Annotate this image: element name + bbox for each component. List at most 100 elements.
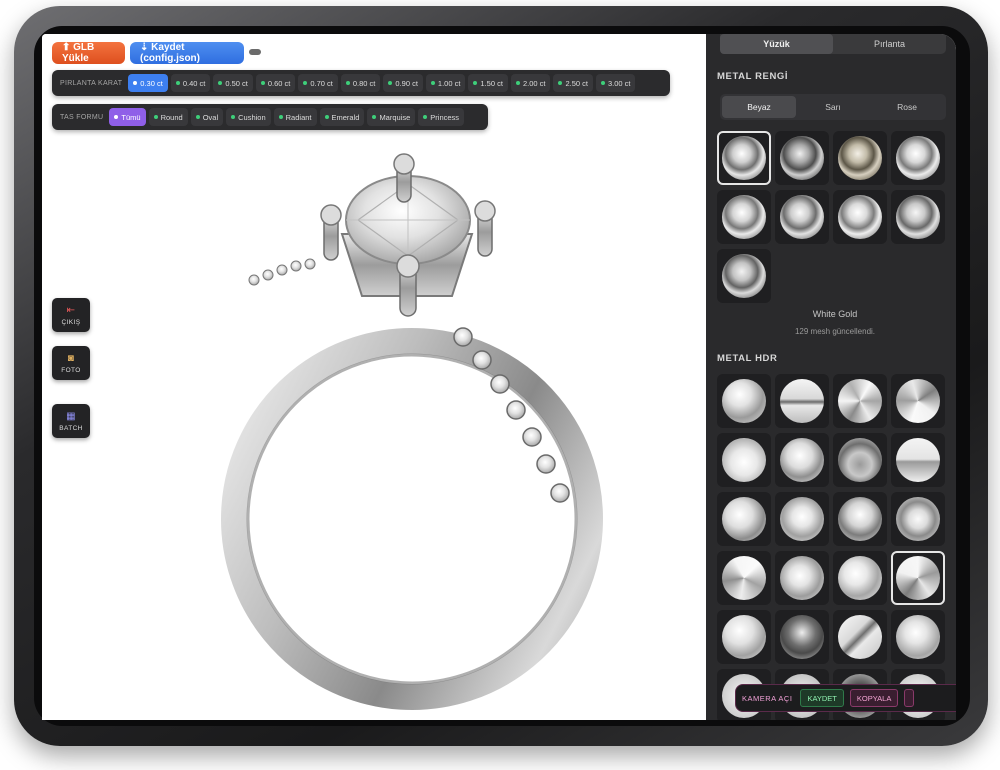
exit-icon: ⇤ — [66, 304, 76, 316]
hdr-sphere-icon — [780, 556, 824, 600]
hdr-sphere-icon — [838, 615, 882, 659]
metal-color-title: METAL RENGİ — [717, 71, 789, 82]
camera-angle-label: KAMERA AÇI — [742, 693, 793, 703]
hdr-swatch[interactable] — [891, 492, 945, 546]
metal-color-white[interactable]: Beyaz — [722, 96, 796, 118]
carat-option[interactable]: 0.80 ct — [340, 74, 381, 92]
shape-option[interactable]: Round — [148, 108, 188, 126]
status-dot-icon — [303, 81, 308, 85]
metal-sphere-icon — [838, 195, 882, 239]
carat-option[interactable]: 3.00 ct — [595, 74, 636, 92]
hdr-swatch[interactable] — [717, 374, 771, 428]
camera-copy-button[interactable]: KOPYALA — [849, 689, 899, 707]
metal-swatch[interactable] — [891, 190, 945, 244]
metal-color-yellow[interactable]: Sarı — [796, 96, 870, 118]
hdr-swatch[interactable] — [891, 610, 945, 664]
chip-label: Radiant — [285, 112, 312, 122]
shape-option[interactable]: Cushion — [226, 108, 271, 126]
hdr-swatch[interactable] — [833, 492, 887, 546]
save-config-button[interactable]: ⇣ Kaydet (config.json) — [130, 42, 244, 64]
hdr-swatch[interactable] — [891, 374, 945, 428]
shape-options: Tümü Round Oval Cushion Radiant Emerald Marqui… — [109, 108, 467, 126]
shape-option[interactable]: Marquise — [367, 108, 416, 126]
glb-upload-button[interactable]: ⬆ GLB Yükle — [52, 42, 125, 64]
app-screen: ⬆ GLB Yükle ⇣ Kaydet (config.json) PIRLA… — [42, 34, 956, 720]
metal-swatch[interactable] — [775, 190, 829, 244]
carat-option[interactable]: 1.00 ct — [425, 74, 466, 92]
chip-label: 0.80 ct — [352, 78, 376, 88]
tab-ring[interactable]: Yüzük — [720, 34, 833, 54]
hdr-swatch[interactable] — [833, 551, 887, 605]
status-dot-icon — [231, 115, 236, 119]
hdr-swatch[interactable] — [833, 433, 887, 487]
shape-option[interactable]: Princess — [418, 108, 465, 126]
camera-more-button[interactable] — [904, 689, 915, 707]
carat-option[interactable]: 0.30 ct — [128, 74, 168, 92]
status-dot-icon — [372, 115, 377, 119]
metal-sphere-icon — [896, 136, 940, 180]
hdr-swatch[interactable] — [775, 374, 829, 428]
shape-option[interactable]: Radiant — [273, 108, 317, 126]
chip-label: 2.50 ct — [565, 78, 588, 88]
tab-diamond[interactable]: Pırlanta — [833, 34, 946, 54]
metal-swatch[interactable] — [833, 131, 887, 185]
camera-save-button[interactable]: KAYDET — [800, 689, 844, 707]
metal-sphere-icon — [722, 254, 766, 298]
hdr-sphere-icon — [838, 379, 882, 423]
hdr-swatch[interactable] — [891, 433, 945, 487]
metal-swatch[interactable] — [775, 131, 829, 185]
hdr-sphere-icon — [780, 379, 824, 423]
hdr-swatch[interactable] — [833, 374, 887, 428]
chip-label: 3.00 ct — [607, 78, 631, 88]
hdr-swatch[interactable] — [775, 433, 829, 487]
hdr-swatch[interactable] — [891, 551, 945, 605]
exit-button[interactable]: ⇤ ÇIKIŞ — [52, 298, 90, 332]
hdr-swatch[interactable] — [717, 433, 771, 487]
shape-label: TAS FORMU — [60, 113, 104, 121]
shape-option[interactable]: Emerald — [319, 108, 365, 126]
metal-swatch[interactable] — [891, 131, 945, 185]
hdr-swatch[interactable] — [717, 492, 771, 546]
hdr-swatch[interactable] — [717, 610, 771, 664]
hdr-swatch[interactable] — [775, 551, 829, 605]
chip-label: 2.00 ct — [522, 78, 546, 88]
metal-swatch[interactable] — [717, 190, 771, 244]
metal-swatch[interactable] — [717, 131, 771, 185]
carat-option[interactable]: 0.60 ct — [255, 74, 296, 92]
3d-viewer[interactable]: ⬆ GLB Yükle ⇣ Kaydet (config.json) PIRLA… — [42, 34, 706, 720]
carat-option[interactable]: 0.40 ct — [170, 74, 211, 92]
metal-color-rose[interactable]: Rose — [870, 96, 944, 118]
hdr-swatch[interactable] — [775, 610, 829, 664]
carat-option[interactable]: 1.50 ct — [468, 74, 508, 92]
mesh-status: 129 mesh güncellendi. — [794, 327, 876, 336]
hdr-sphere-icon — [896, 556, 940, 600]
collapse-toggle[interactable] — [249, 49, 261, 55]
metal-sphere-icon — [838, 136, 882, 180]
hdr-swatch-grid — [717, 374, 945, 720]
hdr-sphere-icon — [896, 438, 940, 482]
status-dot-icon — [114, 115, 119, 119]
batch-label: BATCH — [59, 424, 83, 432]
hdr-sphere-icon — [780, 497, 824, 541]
ring-model[interactable] — [42, 34, 706, 720]
photo-button[interactable]: ◙ FOTO — [52, 346, 90, 380]
carat-option[interactable]: 0.90 ct — [383, 74, 423, 92]
metal-swatch[interactable] — [833, 190, 887, 244]
shape-option[interactable]: Tümü — [109, 108, 146, 126]
status-dot-icon — [600, 81, 605, 85]
status-dot-icon — [133, 81, 138, 85]
hdr-swatch[interactable] — [833, 610, 887, 664]
metal-sphere-icon — [722, 136, 766, 180]
metal-sphere-icon — [780, 136, 824, 180]
hdr-swatch[interactable] — [775, 492, 829, 546]
carat-option[interactable]: 0.70 ct — [298, 74, 338, 92]
hdr-sphere-icon — [896, 615, 940, 659]
status-dot-icon — [175, 81, 180, 85]
carat-option[interactable]: 2.00 ct — [510, 74, 551, 92]
batch-button[interactable]: ▦ BATCH — [52, 404, 90, 438]
carat-option[interactable]: 2.50 ct — [553, 74, 593, 92]
carat-option[interactable]: 0.50 ct — [213, 74, 253, 92]
hdr-swatch[interactable] — [717, 551, 771, 605]
metal-swatch[interactable] — [717, 249, 771, 303]
shape-option[interactable]: Oval — [190, 108, 224, 126]
